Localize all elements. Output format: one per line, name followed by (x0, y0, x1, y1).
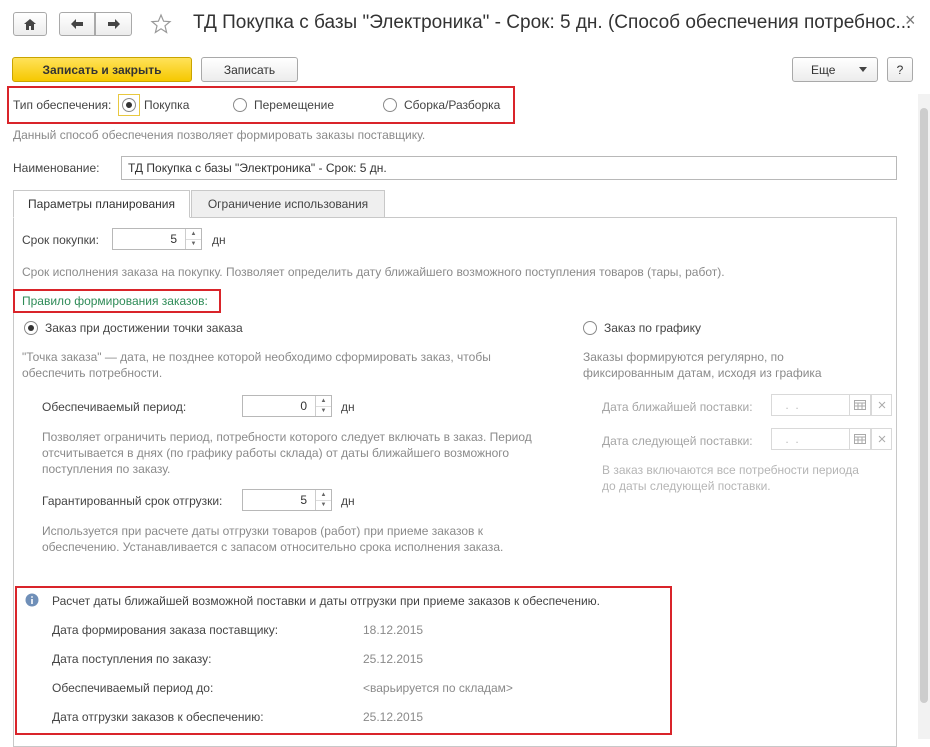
help-button[interactable]: ? (887, 57, 913, 82)
guaranteed-value: 5 (300, 493, 307, 507)
purchase-term-input[interactable]: 5 ▲ ▼ (112, 228, 202, 250)
period-stepper[interactable]: ▲ ▼ (315, 396, 331, 416)
guaranteed-input[interactable]: 5 ▲ ▼ (242, 489, 332, 511)
clear-icon (878, 435, 886, 443)
schedule-note-line-2: до даты следующей поставки. (602, 479, 771, 493)
next-delivery-placeholder: . . (782, 398, 799, 412)
purchase-term-label: Срок покупки: (22, 233, 99, 247)
radio-reorder-point[interactable] (24, 321, 38, 335)
next-delivery-calendar-button[interactable] (849, 394, 871, 416)
name-label: Наименование: (13, 161, 100, 175)
reorder-hint-line-1: "Точка заказа" — дата, не позднее которо… (22, 350, 491, 364)
clear-icon (878, 401, 886, 409)
schedule-hint-line-2: фиксированным датам, исходя из графика (583, 366, 822, 380)
purchase-term-stepper[interactable]: ▲ ▼ (185, 229, 201, 249)
schedule-note-line-1: В заказ включаются все потребности перио… (602, 463, 859, 477)
radio-assembly[interactable] (383, 98, 397, 112)
calc-header: Расчет даты ближайшей возможной поставки… (52, 594, 600, 608)
rule-label: Правило формирования заказов: (22, 294, 208, 308)
name-input[interactable]: ТД Покупка с базы "Электроника" - Срок: … (121, 156, 897, 180)
following-delivery-clear-button[interactable] (871, 428, 892, 450)
period-input[interactable]: 0 ▲ ▼ (242, 395, 332, 417)
next-delivery-input[interactable]: . . (771, 394, 851, 416)
tab-planning[interactable]: Параметры планирования (13, 190, 190, 218)
info-icon (25, 593, 39, 607)
radio-purchase-label[interactable]: Покупка (144, 98, 189, 112)
stepper-up-icon[interactable]: ▲ (316, 396, 331, 407)
following-delivery-input[interactable]: . . (771, 428, 851, 450)
following-delivery-label: Дата следующей поставки: (602, 434, 753, 448)
home-icon (23, 18, 37, 31)
arrow-left-icon (70, 18, 84, 30)
radio-transfer-label[interactable]: Перемещение (254, 98, 334, 112)
period-hint-line-3: поступления по заказу. (42, 462, 171, 476)
forward-button[interactable] (95, 12, 132, 36)
stepper-down-icon[interactable]: ▼ (316, 501, 331, 511)
supply-type-label: Тип обеспечения: (13, 98, 112, 112)
scrollbar-thumb[interactable] (920, 108, 928, 703)
purchase-term-value: 5 (170, 232, 177, 246)
scrollbar[interactable] (918, 94, 930, 739)
star-icon[interactable] (150, 13, 172, 35)
period-hint-line-1: Позволяет ограничить период, потребности… (42, 430, 532, 444)
calc-order-date-label: Дата формирования заказа поставщику: (52, 623, 279, 637)
purchase-term-hint: Срок исполнения заказа на покупку. Позво… (22, 265, 725, 279)
period-label: Обеспечиваемый период: (42, 400, 187, 414)
calc-receipt-date-value: 25.12.2015 (363, 652, 424, 666)
calc-period-end-value: <варьируется по складам> (363, 681, 513, 695)
radio-assembly-label[interactable]: Сборка/Разборка (404, 98, 500, 112)
stepper-up-icon[interactable]: ▲ (316, 490, 331, 501)
following-delivery-calendar-button[interactable] (849, 428, 871, 450)
radio-reorder-point-label[interactable]: Заказ при достижении точки заказа (45, 321, 243, 335)
calc-shipment-date-value: 25.12.2015 (363, 710, 424, 724)
purchase-term-unit: дн (212, 233, 226, 247)
window-title: ТД Покупка с базы "Электроника" - Срок: … (193, 12, 912, 33)
calc-shipment-date-label: Дата отгрузки заказов к обеспечению: (52, 710, 264, 724)
stepper-down-icon[interactable]: ▼ (186, 240, 201, 250)
home-button[interactable] (13, 12, 47, 36)
guaranteed-hint-line-2: обеспечению. Устанавливается с запасом о… (42, 540, 504, 554)
tab-usage-limits[interactable]: Ограничение использования (191, 190, 385, 218)
guaranteed-unit: дн (341, 494, 355, 508)
calendar-icon (854, 434, 866, 444)
stepper-up-icon[interactable]: ▲ (186, 229, 201, 240)
period-hint-line-2: отсчитывается в днях (по графику работы … (42, 446, 510, 460)
radio-schedule-label[interactable]: Заказ по графику (604, 321, 701, 335)
radio-schedule[interactable] (583, 321, 597, 335)
arrow-right-icon (107, 18, 121, 30)
radio-transfer[interactable] (233, 98, 247, 112)
guaranteed-stepper[interactable]: ▲ ▼ (315, 490, 331, 510)
back-button[interactable] (59, 12, 95, 36)
close-icon[interactable]: × (905, 10, 916, 31)
radio-purchase[interactable] (122, 98, 136, 112)
save-button[interactable]: Записать (201, 57, 298, 82)
period-unit: дн (341, 400, 355, 414)
more-button[interactable]: Еще (792, 57, 878, 82)
stepper-down-icon[interactable]: ▼ (316, 407, 331, 417)
reorder-hint-line-2: обеспечить потребности. (22, 366, 163, 380)
calc-order-date-value: 18.12.2015 (363, 623, 424, 637)
guaranteed-label: Гарантированный срок отгрузки: (42, 494, 223, 508)
chevron-down-icon (859, 67, 867, 72)
save-and-close-button[interactable]: Записать и закрыть (12, 57, 192, 82)
guaranteed-hint-line-1: Используется при расчете даты отгрузки т… (42, 524, 483, 538)
more-label: Еще (811, 62, 836, 77)
period-value: 0 (300, 399, 307, 413)
schedule-hint-line-1: Заказы формируются регулярно, по (583, 350, 784, 364)
name-input-value: ТД Покупка с базы "Электроника" - Срок: … (128, 161, 387, 175)
calendar-icon (854, 400, 866, 410)
calc-period-end-label: Обеспечиваемый период до: (52, 681, 214, 695)
supply-type-hint: Данный способ обеспечения позволяет форм… (13, 128, 426, 142)
following-delivery-placeholder: . . (782, 432, 799, 446)
next-delivery-clear-button[interactable] (871, 394, 892, 416)
next-delivery-label: Дата ближайшей поставки: (602, 400, 753, 414)
calc-receipt-date-label: Дата поступления по заказу: (52, 652, 212, 666)
